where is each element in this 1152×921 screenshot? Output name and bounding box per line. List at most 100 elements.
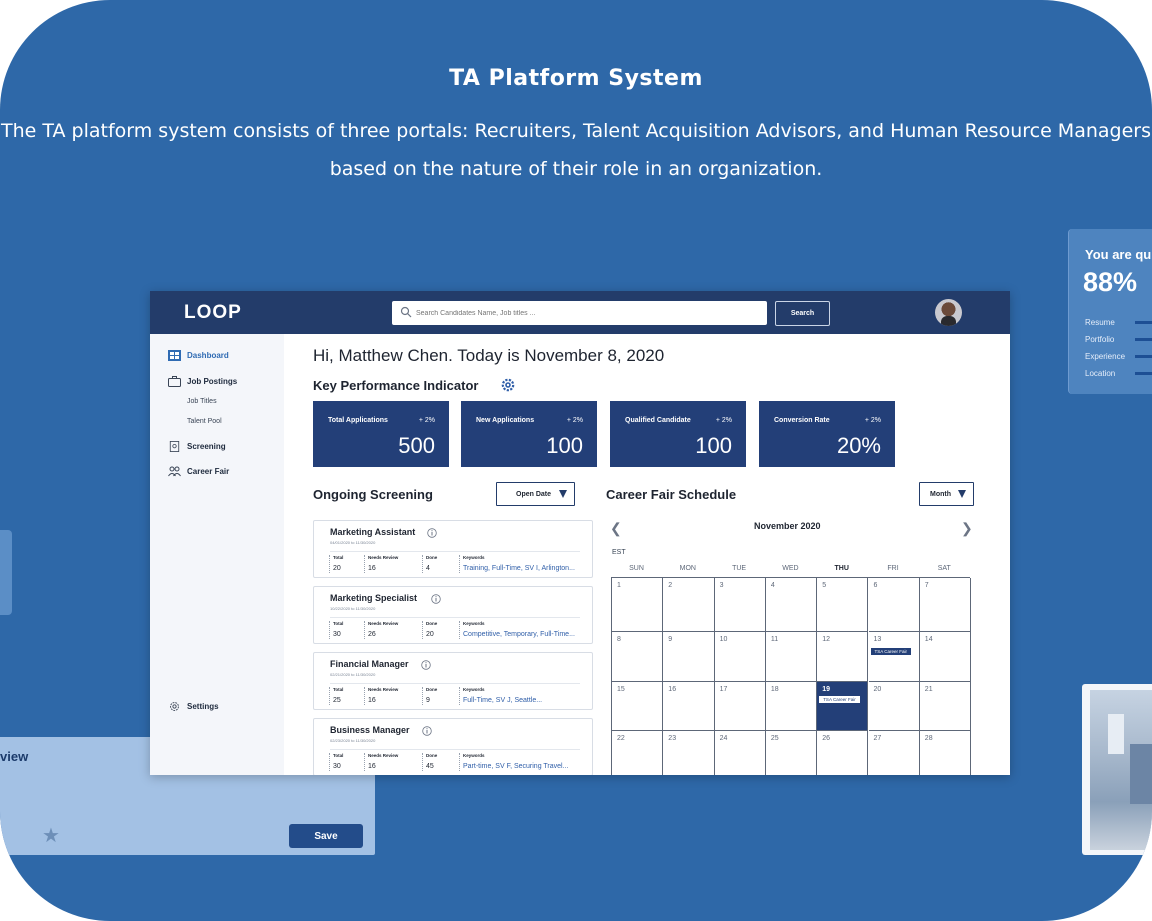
calendar-event[interactable]: TSA Career Fair <box>870 648 912 655</box>
job-title: Marketing Assistant <box>330 527 416 537</box>
screening-card[interactable]: Financial Manager 02/21/2020 to 11/30/202… <box>313 652 593 710</box>
screening-card[interactable]: Business Manager 02/23/2020 to 11/30/2020… <box>313 718 593 775</box>
calendar-grid: 1 2 3 4 5 6 7 8 9 10 11 12 13 TSA Career Fair 14 15 16 17… <box>611 577 972 775</box>
column-header-done: Done <box>426 621 438 626</box>
keywords-value[interactable]: Competitive, Temporary, Full-Time... <box>463 631 575 638</box>
calendar-day-cell[interactable]: 3 <box>714 578 766 632</box>
calendar-day-number: 16 <box>668 686 677 693</box>
calendar-day-number: 4 <box>770 582 775 589</box>
kpi-card[interactable]: Qualified Candidate + 2% 100 <box>610 401 746 467</box>
sidebar-item-dashboard[interactable]: Dashboard <box>168 350 229 361</box>
needs-review-value: 16 <box>368 697 376 704</box>
hero-title: TA Platform System <box>449 66 703 91</box>
search-box[interactable] <box>392 301 767 325</box>
calendar-event[interactable]: TSA Career Fair <box>819 696 860 703</box>
screening-card[interactable]: Marketing Assistant 04/01/2020 to 11/30/2… <box>313 520 593 578</box>
calendar-day-cell[interactable]: 16 <box>663 682 715 731</box>
calendar-day-cell[interactable]: 14 <box>919 632 972 682</box>
done-value: 9 <box>426 697 430 704</box>
calendar-day-number: 12 <box>822 636 830 643</box>
calendar-day-cell[interactable]: 20 <box>868 682 920 731</box>
sidebar-item-job-postings[interactable]: Job Postings <box>168 376 237 387</box>
column-header-total: Total <box>333 687 344 692</box>
match-score-title: You are qu <box>1085 247 1152 262</box>
score-row-label: Location <box>1085 369 1116 378</box>
people-icon <box>168 466 181 477</box>
screening-card[interactable]: Marketing Specialist 10/22/2020 to 11/30/… <box>313 586 593 644</box>
done-value: 4 <box>426 565 430 572</box>
calendar-month: November 2020 <box>754 521 821 531</box>
sidebar-item-career-fair[interactable]: Career Fair <box>168 466 229 477</box>
calendar-day-cell[interactable]: 5 <box>817 578 869 632</box>
chevron-left-icon[interactable]: ❮ <box>610 520 622 537</box>
chevron-down-icon <box>958 490 966 498</box>
calendar-day-cell[interactable]: 15 <box>612 682 664 731</box>
showcase-background: TA Platform System The TA platform syste… <box>0 0 1152 921</box>
month-dropdown[interactable]: Month <box>919 482 974 506</box>
calendar-day-cell[interactable]: 25 <box>765 731 818 775</box>
search-input[interactable] <box>416 303 756 323</box>
keywords-value[interactable]: Training, Full-Time, SV I, Arlington... <box>463 565 575 572</box>
calendar-day-cell[interactable]: 2 <box>663 578 715 632</box>
calendar-day-cell[interactable]: 8 <box>612 632 664 682</box>
calendar-day-cell[interactable]: 19 TSA Career Fair <box>817 682 869 731</box>
kpi-card[interactable]: New Applications + 2% 100 <box>461 401 597 467</box>
loop-logo[interactable]: LOOP <box>184 302 242 324</box>
calendar-day-cell[interactable]: 21 <box>919 682 972 731</box>
job-title: Business Manager <box>330 725 410 735</box>
sidebar-item-screening[interactable]: Screening <box>168 441 226 452</box>
calendar-day-cell[interactable]: 6 <box>868 578 920 632</box>
calendar-day-number: 10 <box>719 636 728 643</box>
sidebar-subitem-talent-pool[interactable]: Talent Pool <box>187 418 222 425</box>
calendar-day-cell[interactable]: 10 <box>714 632 766 682</box>
sidebar-item-settings[interactable]: Settings <box>168 701 219 712</box>
calendar-day-cell[interactable]: 18 <box>765 682 818 731</box>
calendar-day-cell[interactable]: 12 <box>817 632 869 682</box>
info-icon[interactable] <box>427 528 437 538</box>
calendar-day-cell[interactable]: 28 <box>919 731 972 775</box>
info-icon[interactable] <box>421 660 431 670</box>
info-icon[interactable] <box>422 726 432 736</box>
kpi-title: Key Performance Indicator <box>313 378 479 393</box>
column-divider <box>329 555 330 573</box>
kpi-delta: + 2% <box>418 417 435 424</box>
column-divider <box>329 753 330 771</box>
column-header-keywords: Keywords <box>463 621 485 626</box>
calendar-day-cell[interactable]: 17 <box>714 682 766 731</box>
calendar-day-cell[interactable]: 1 <box>612 578 664 632</box>
score-bar <box>1135 355 1152 358</box>
calendar-day-number: 24 <box>719 735 728 742</box>
kpi-value: 500 <box>398 433 435 458</box>
column-divider <box>364 555 365 573</box>
calendar-day-cell[interactable]: 4 <box>765 578 818 632</box>
kpi-value: 20% <box>836 433 881 458</box>
sidebar-subitem-job-titles[interactable]: Job Titles <box>187 398 217 405</box>
chevron-right-icon[interactable]: ❯ <box>961 520 973 537</box>
calendar-day-number: 20 <box>873 686 882 693</box>
star-icon[interactable]: ★ <box>42 823 60 848</box>
calendar-day-number: 14 <box>924 636 933 643</box>
info-icon[interactable] <box>431 594 441 604</box>
calendar-day-number: 18 <box>770 686 779 693</box>
calendar-day-cell[interactable]: 11 <box>765 632 818 682</box>
save-button[interactable]: Save <box>289 824 363 848</box>
keywords-value[interactable]: Part-time, SV F, Securing Travel... <box>463 763 568 770</box>
kpi-card[interactable]: Total Applications + 2% 500 <box>313 401 449 467</box>
calendar-day-cell[interactable]: 13 TSA Career Fair <box>868 632 920 682</box>
kpi-card[interactable]: Conversion Rate + 2% 20% <box>759 401 895 467</box>
calendar-day-cell[interactable]: 26 <box>817 731 869 775</box>
calendar-day-cell[interactable]: 7 <box>919 578 972 632</box>
calendar-day-cell[interactable]: 24 <box>714 731 766 775</box>
calendar-day-cell[interactable]: 9 <box>663 632 715 682</box>
gear-icon[interactable] <box>501 378 515 392</box>
score-bar <box>1135 321 1152 324</box>
column-header-done: Done <box>426 555 438 560</box>
user-avatar[interactable] <box>935 299 962 326</box>
calendar-day-cell[interactable]: 23 <box>663 731 715 775</box>
open-date-dropdown[interactable]: Open Date <box>496 482 575 506</box>
calendar-day-cell[interactable]: 22 <box>612 731 664 775</box>
calendar-day-cell[interactable]: 27 <box>868 731 920 775</box>
score-row-label: Portfolio <box>1085 335 1115 344</box>
search-button[interactable]: Search <box>775 301 830 326</box>
keywords-value[interactable]: Full-Time, SV J, Seattle... <box>463 697 542 704</box>
